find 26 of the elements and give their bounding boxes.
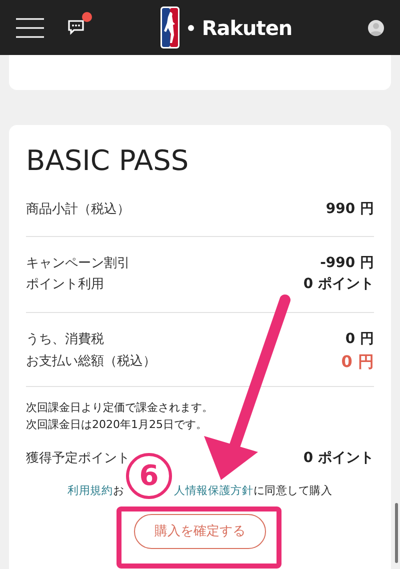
basketball-logo-icon (160, 6, 180, 49)
menu-icon[interactable] (16, 18, 44, 38)
chat-icon[interactable] (68, 19, 84, 36)
summary-label: キャンペーン割引 (26, 254, 130, 273)
summary-label: お支払い総額（税込） (26, 353, 156, 372)
summary-value: 0 円 (341, 351, 374, 373)
summary-label: ポイント利用 (26, 276, 104, 294)
summary-value: 0 円 (345, 330, 374, 349)
summary-value: -990 円 (320, 254, 374, 273)
step-number-badge: 6 (126, 453, 172, 499)
notice-text: 次回課金日より定価で課金されます。 (26, 400, 214, 416)
scrollbar (395, 503, 398, 563)
terms-link[interactable]: 人情報保護方針 (174, 484, 254, 497)
summary-value: 990 円 (326, 200, 374, 219)
agreement-text: に同意して購入 (253, 484, 332, 497)
summary-value: 0 ポイント (303, 275, 374, 294)
avatar-icon[interactable] (368, 20, 384, 36)
summary-label: 商品小計（税込） (26, 200, 130, 219)
plan-title: BASIC PASS (26, 147, 190, 175)
summary-label: うち、消費税 (26, 330, 104, 349)
agreement-text: お (112, 484, 124, 497)
terms-link[interactable]: 利用規約 (68, 484, 113, 497)
brand-name: Rakuten (202, 18, 292, 38)
points-value: 0 ポイント (303, 449, 374, 468)
confirm-purchase-button[interactable]: 購入を確定する (134, 514, 266, 549)
notice-text: 次回課金日は2020年1月25日です。 (26, 417, 208, 433)
